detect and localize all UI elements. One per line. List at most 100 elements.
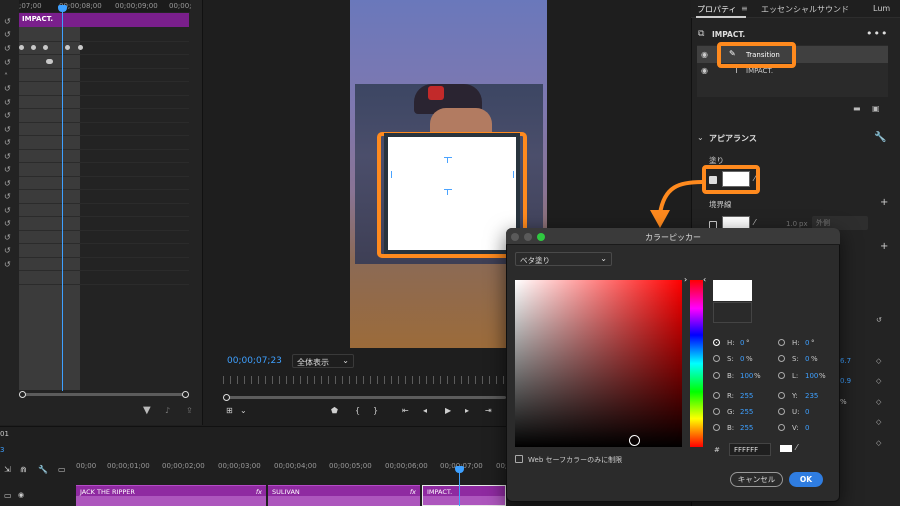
step-back-icon[interactable]: ◂ [423, 406, 427, 415]
more-options-icon[interactable]: ••• [866, 27, 888, 40]
reset-icon[interactable]: ↺ [4, 138, 14, 148]
reset-icon[interactable]: ↺ [4, 260, 14, 270]
playhead-handle[interactable] [455, 466, 464, 473]
chevron-down-icon[interactable]: ⌄ [240, 406, 247, 415]
keyframe-diamond-icon[interactable]: ◇ [876, 418, 881, 426]
side-value[interactable]: 6.7 [840, 357, 851, 365]
tab-menu-icon[interactable]: ≡ [741, 4, 748, 13]
eyedropper-icon[interactable]: ⁄ [796, 443, 797, 452]
reset-icon[interactable]: ↺ [4, 152, 14, 162]
red-radio[interactable] [713, 392, 720, 399]
marker-icon[interactable]: ⬟ [331, 406, 338, 415]
track-eye-icon[interactable]: ◉ [18, 491, 24, 499]
wrench-icon[interactable]: 🔧 [38, 465, 48, 474]
snap-icon[interactable]: ⋒ [20, 465, 27, 474]
hsb-s-value[interactable]: 0 [740, 355, 744, 363]
hsl-h-value[interactable]: 0 [805, 339, 809, 347]
playhead-handle[interactable] [58, 5, 67, 12]
v-radio[interactable] [778, 424, 785, 431]
keyframe-diamond-icon[interactable]: ◇ [876, 357, 881, 365]
step-forward-icon[interactable]: ▸ [465, 406, 469, 415]
play-icon[interactable]: ▶ [445, 406, 451, 415]
brightness-radio[interactable] [713, 372, 720, 379]
keyframe-dot[interactable] [19, 45, 24, 50]
scroll-handle-right[interactable] [182, 391, 189, 398]
saturation-brightness-field[interactable] [515, 280, 682, 447]
audio-toggle-icon[interactable]: ♪ [165, 406, 170, 415]
wrench-icon[interactable]: 🔧 [874, 132, 886, 143]
rgb-g-value[interactable]: 255 [740, 408, 753, 416]
effect-controls-ruler[interactable]: ;07;00 00;00;08;00 00;00;09;00 00;00; [19, 0, 192, 12]
reset-icon[interactable]: ↺ [4, 219, 14, 229]
websafe-checkbox[interactable] [515, 455, 523, 463]
reset-icon[interactable]: ↺ [4, 125, 14, 135]
program-scrollbar[interactable] [223, 394, 506, 401]
hsl-s-value[interactable]: 0 [805, 355, 809, 363]
green-radio[interactable] [713, 408, 720, 415]
reset-icon[interactable]: ↺ [4, 206, 14, 216]
reset-icon[interactable]: ↺ [4, 58, 14, 68]
tab-essential-sound[interactable]: エッセンシャルサウンド [761, 4, 849, 15]
add-stroke-icon[interactable]: + [880, 197, 888, 208]
keyframe-pill[interactable] [46, 59, 53, 64]
yuv-u-value[interactable]: 0 [805, 408, 809, 416]
filter-icon[interactable]: ▼ [143, 405, 151, 416]
reset-icon[interactable]: ↺ [4, 98, 14, 108]
hsl-l-value[interactable]: 100 [805, 372, 818, 380]
color-field-cursor[interactable] [629, 435, 640, 446]
captions-icon[interactable]: ▭ [58, 465, 66, 474]
reset-icon[interactable]: ↺ [4, 44, 14, 54]
stroke-width-value[interactable]: 1.0 [786, 220, 797, 228]
effect-controls-playhead[interactable] [62, 6, 63, 391]
reset-icon[interactable]: ↺ [4, 111, 14, 121]
keyframe-dot[interactable] [31, 45, 36, 50]
blue-radio[interactable] [713, 424, 720, 431]
scroll-handle-left[interactable] [19, 391, 26, 398]
saturation-radio[interactable] [713, 355, 720, 362]
eye-icon[interactable]: ◉ [701, 66, 708, 75]
websafe-label[interactable]: Web セーフカラーのみに制限 [528, 455, 622, 465]
yuv-y-value[interactable]: 235 [805, 392, 818, 400]
rgb-r-value[interactable]: 255 [740, 392, 753, 400]
rgb-b-value[interactable]: 255 [740, 424, 753, 432]
add-shadow-icon[interactable]: + [880, 241, 888, 252]
track-toggle-icon[interactable]: ▭ [4, 491, 12, 500]
cancel-button[interactable]: キャンセル [730, 472, 783, 487]
timeline-clip[interactable]: JACK THE RIPPER fx [76, 485, 266, 506]
hue-slider[interactable] [690, 280, 703, 447]
tab-lumetri[interactable]: Lum [873, 4, 890, 13]
reset-icon[interactable]: ↺ [4, 30, 14, 40]
keyframe-dot[interactable] [65, 45, 70, 50]
hex-input[interactable]: FFFFFF [729, 443, 771, 456]
keyframe-diamond-icon[interactable]: ◇ [876, 377, 881, 385]
yuv-v-value[interactable]: 0 [805, 424, 809, 432]
side-value[interactable]: 0.9 [840, 377, 851, 385]
reset-icon[interactable]: ↺ [4, 233, 14, 243]
hsb-b-value[interactable]: 100 [740, 372, 753, 380]
y-radio[interactable] [778, 392, 785, 399]
effect-controls-scrollbar[interactable] [19, 391, 189, 398]
reset-icon[interactable]: ↺ [4, 165, 14, 175]
hue-radio[interactable] [713, 339, 720, 346]
program-ruler[interactable] [223, 376, 505, 384]
hue-slider-handle[interactable]: ‹ [703, 275, 706, 284]
timeline-clip[interactable]: SULIVAN fx [268, 485, 420, 506]
reset-icon[interactable]: ↺ [4, 17, 14, 27]
mark-in-icon[interactable]: { [355, 406, 360, 415]
insert-icon[interactable]: ⇲ [4, 465, 11, 474]
eyedropper-icon[interactable]: ⁄ [754, 218, 755, 227]
effect-controls-clip-bar[interactable]: IMPACT. [19, 13, 189, 27]
timeline-clip-selected[interactable]: IMPACT. [422, 485, 506, 506]
reset-icon[interactable]: ↺ [4, 84, 14, 94]
chevron-down-icon[interactable]: ⌄ [697, 133, 704, 142]
scroll-handle-left[interactable] [223, 394, 230, 401]
hsl-hue-radio[interactable] [778, 339, 785, 346]
safe-margins-icon[interactable]: ⊞ [226, 406, 233, 415]
u-radio[interactable] [778, 408, 785, 415]
reset-icon[interactable]: ↺ [876, 316, 882, 324]
keyframe-diamond-icon[interactable]: ◇ [876, 398, 881, 406]
export-icon[interactable]: ⇪ [186, 406, 193, 415]
timeline-timecode[interactable]: 3 [0, 446, 4, 454]
keyframe-dot[interactable] [78, 45, 83, 50]
reset-icon[interactable]: ↺ [4, 192, 14, 202]
